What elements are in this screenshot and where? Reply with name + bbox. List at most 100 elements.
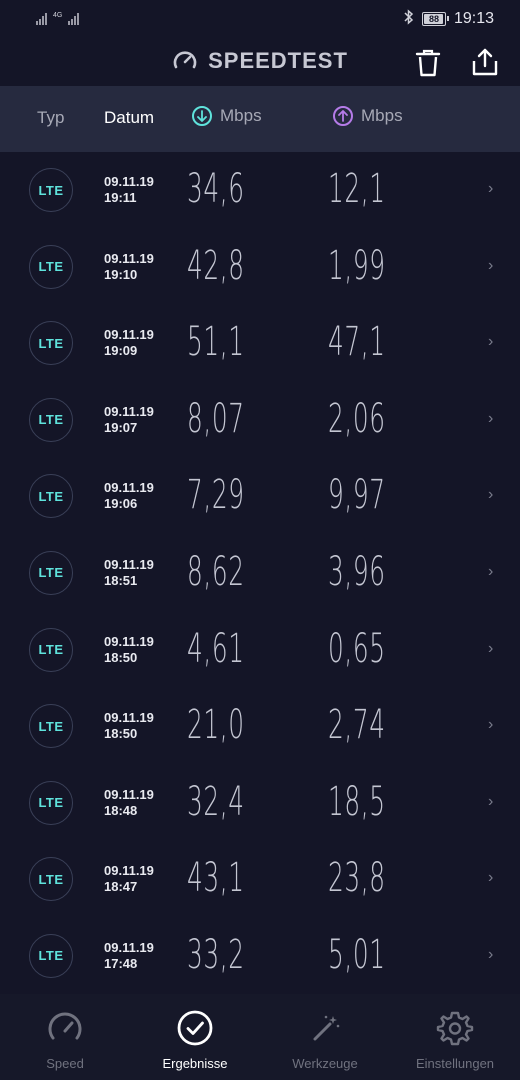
chevron-right-icon: › xyxy=(488,639,494,657)
nav-label: Werkzeuge xyxy=(292,1056,358,1071)
connection-type-badge: LTE xyxy=(29,627,73,672)
download-speed: 33,2 xyxy=(187,931,245,978)
result-row[interactable]: LTE 09.11.19 19:11 34,6 12,1 › xyxy=(0,152,520,229)
check-circle-icon xyxy=(176,1008,214,1048)
result-time: 19:11 xyxy=(104,190,137,205)
chevron-right-icon: › xyxy=(488,256,494,274)
trash-icon xyxy=(415,49,441,77)
download-speed: 8,07 xyxy=(187,395,245,442)
nav-results[interactable]: Ergebnisse xyxy=(130,994,260,1080)
result-time: 18:48 xyxy=(104,802,138,818)
upload-speed: 9,97 xyxy=(328,472,386,519)
share-button[interactable] xyxy=(470,47,500,77)
result-time: 18:50 xyxy=(104,726,138,742)
result-row[interactable]: LTE 09.11.19 19:06 7,29 9,97 › xyxy=(0,458,520,535)
nav-label: Speed xyxy=(46,1056,84,1071)
battery-level: 88 xyxy=(428,13,439,24)
chevron-right-icon: › xyxy=(488,562,494,580)
connection-type-badge: LTE xyxy=(29,474,73,519)
download-speed: 42,8 xyxy=(187,242,245,289)
battery-icon: 88 xyxy=(421,11,449,26)
chevron-right-icon: › xyxy=(488,945,494,963)
upload-unit-label: Mbps xyxy=(361,106,403,125)
result-time: 18:51 xyxy=(104,572,138,588)
sort-by-type[interactable]: Typ xyxy=(37,108,64,128)
speedometer-icon xyxy=(172,48,198,74)
chevron-right-icon: › xyxy=(488,409,494,427)
upload-speed: 3,96 xyxy=(328,548,386,595)
signal-indicators: 4G xyxy=(36,11,80,25)
signal-strength-icon xyxy=(36,11,47,25)
chevron-right-icon: › xyxy=(488,869,494,887)
share-icon xyxy=(472,48,498,76)
gear-icon xyxy=(436,1008,474,1048)
chevron-right-icon: › xyxy=(488,486,494,504)
result-date: 09.11.19 xyxy=(104,633,154,649)
result-row[interactable]: LTE 09.11.19 18:50 21,0 2,74 › xyxy=(0,688,520,765)
upload-speed: 0,65 xyxy=(328,625,386,672)
upload-speed: 18,5 xyxy=(328,778,386,825)
network-type-label: 4G xyxy=(53,12,63,19)
signal-strength-icon-2 xyxy=(68,11,80,25)
result-row[interactable]: LTE 09.11.19 19:07 8,07 2,06 › xyxy=(0,382,520,459)
result-date: 09.11.19 xyxy=(104,480,154,496)
upload-speed: 5,01 xyxy=(328,931,386,978)
chevron-right-icon: › xyxy=(488,180,494,197)
download-speed: 32,4 xyxy=(187,778,245,825)
sort-by-download[interactable]: Mbps xyxy=(192,106,262,126)
download-speed: 34,6 xyxy=(187,166,245,212)
app-title: SPEEDTEST xyxy=(208,48,348,73)
result-date: 09.11.19 xyxy=(104,556,154,572)
upload-speed: 12,1 xyxy=(328,166,386,212)
delete-button[interactable] xyxy=(414,48,442,78)
result-time: 19:10 xyxy=(104,266,138,282)
download-speed: 51,1 xyxy=(187,319,245,366)
upload-speed: 1,99 xyxy=(328,242,386,289)
result-date: 09.11.19 xyxy=(104,786,154,802)
nav-settings[interactable]: Einstellungen xyxy=(390,994,520,1080)
bottom-navigation: Speed Ergebnisse Werkzeuge Einstellungen xyxy=(0,994,520,1080)
download-speed: 7,29 xyxy=(187,472,245,519)
result-date: 09.11.19 xyxy=(104,863,154,879)
upload-speed: 2,74 xyxy=(328,702,386,749)
result-time: 18:50 xyxy=(104,649,138,665)
connection-type-badge: LTE xyxy=(29,244,73,289)
result-row[interactable]: LTE 09.11.19 18:47 43,1 23,8 › xyxy=(0,841,520,918)
nav-tools[interactable]: Werkzeuge xyxy=(260,994,390,1080)
connection-type-badge: LTE xyxy=(29,704,73,749)
app-title-bar: SPEEDTEST xyxy=(0,38,520,86)
result-date: 09.11.19 xyxy=(104,327,154,343)
result-row[interactable]: LTE 09.11.19 18:51 8,62 3,96 › xyxy=(0,535,520,612)
sort-by-upload[interactable]: Mbps xyxy=(333,106,403,126)
result-time: 19:06 xyxy=(104,496,138,512)
connection-type-badge: LTE xyxy=(29,397,73,442)
result-row[interactable]: LTE 09.11.19 17:48 33,2 5,01 › xyxy=(0,918,520,995)
status-bar: 4G 88 19:13 xyxy=(0,0,520,38)
connection-type-badge: LTE xyxy=(29,933,73,978)
download-speed: 8,62 xyxy=(187,548,245,595)
connection-type-badge: LTE xyxy=(29,780,73,825)
result-row[interactable]: LTE 09.11.19 19:09 51,1 47,1 › xyxy=(0,305,520,382)
result-row[interactable]: LTE 09.11.19 18:50 4,61 0,65 › xyxy=(0,612,520,689)
chevron-right-icon: › xyxy=(488,716,494,734)
nav-label: Ergebnisse xyxy=(162,1056,228,1071)
chevron-right-icon: › xyxy=(488,792,494,810)
sort-by-date[interactable]: Datum xyxy=(104,108,154,128)
magic-wand-icon xyxy=(306,1008,344,1048)
result-time: 19:09 xyxy=(104,343,138,359)
download-arrow-icon xyxy=(192,106,212,126)
download-speed: 4,61 xyxy=(187,625,245,672)
status-time: 19:13 xyxy=(453,9,494,27)
nav-speed[interactable]: Speed xyxy=(0,994,130,1080)
download-speed: 43,1 xyxy=(187,855,245,902)
result-row[interactable]: LTE 09.11.19 19:10 42,8 1,99 › xyxy=(0,229,520,306)
connection-type-badge: LTE xyxy=(29,857,73,902)
results-list: LTE 09.11.19 19:11 34,6 12,1 › LTE 09.11.… xyxy=(0,152,520,995)
gauge-icon xyxy=(46,1008,84,1048)
result-time: 18:47 xyxy=(104,879,138,895)
download-unit-label: Mbps xyxy=(220,106,262,125)
result-date: 09.11.19 xyxy=(104,174,154,189)
result-row[interactable]: LTE 09.11.19 18:48 32,4 18,5 › xyxy=(0,765,520,842)
result-date: 09.11.19 xyxy=(104,250,154,266)
upload-speed: 47,1 xyxy=(328,319,386,366)
